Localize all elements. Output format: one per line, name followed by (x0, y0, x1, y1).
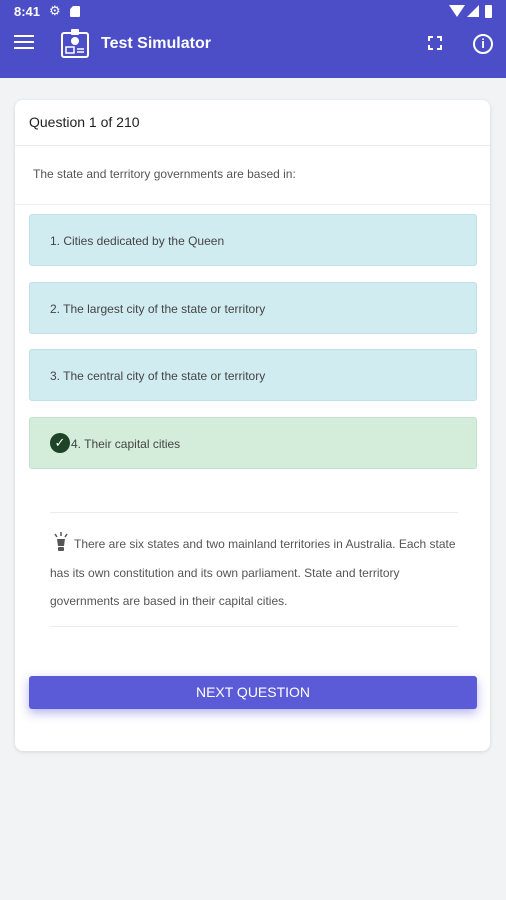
status-time: 8:41 (14, 4, 41, 19)
app-logo-icon (61, 29, 89, 58)
divider (15, 204, 490, 205)
info-icon[interactable]: i (473, 34, 493, 54)
menu-icon[interactable] (14, 35, 34, 51)
explanation-box: There are six states and two mainland te… (50, 512, 458, 627)
question-header: Question 1 of 210 (15, 100, 490, 146)
fullscreen-icon[interactable] (426, 34, 444, 52)
answer-label: 1. Cities dedicated by the Queen (50, 234, 225, 248)
signal-icon (467, 5, 479, 17)
answer-label: 4. Their capital cities (71, 437, 181, 451)
gear-icon: ⚙ (49, 3, 61, 18)
divider (50, 512, 458, 513)
answer-option-2[interactable]: 2. The largest city of the state or terr… (29, 282, 477, 334)
answer-option-1[interactable]: 1. Cities dedicated by the Queen (29, 214, 477, 266)
check-circle-icon: ✓ (50, 433, 70, 453)
status-bar: 8:41 ⚙ (0, 0, 506, 24)
wifi-icon (449, 5, 465, 17)
app-bar: 8:41 ⚙ Test Simulator i (0, 0, 506, 78)
answer-label: 2. The largest city of the state or terr… (50, 302, 266, 316)
battery-icon (485, 5, 492, 18)
next-question-button[interactable]: NEXT QUESTION (29, 676, 477, 709)
app-title: Test Simulator (101, 35, 211, 52)
answer-option-3[interactable]: 3. The central city of the state or terr… (29, 349, 477, 401)
answer-label: 3. The central city of the state or terr… (50, 369, 266, 383)
sd-card-icon (70, 6, 80, 17)
answer-option-4[interactable]: ✓ 4. Their capital cities (29, 417, 477, 469)
question-text: The state and territory governments are … (33, 167, 296, 181)
question-counter: Question 1 of 210 (29, 114, 140, 130)
divider (50, 626, 458, 627)
question-card: Question 1 of 210 The state and territor… (15, 100, 490, 751)
explanation-text: There are six states and two mainland te… (50, 537, 456, 608)
